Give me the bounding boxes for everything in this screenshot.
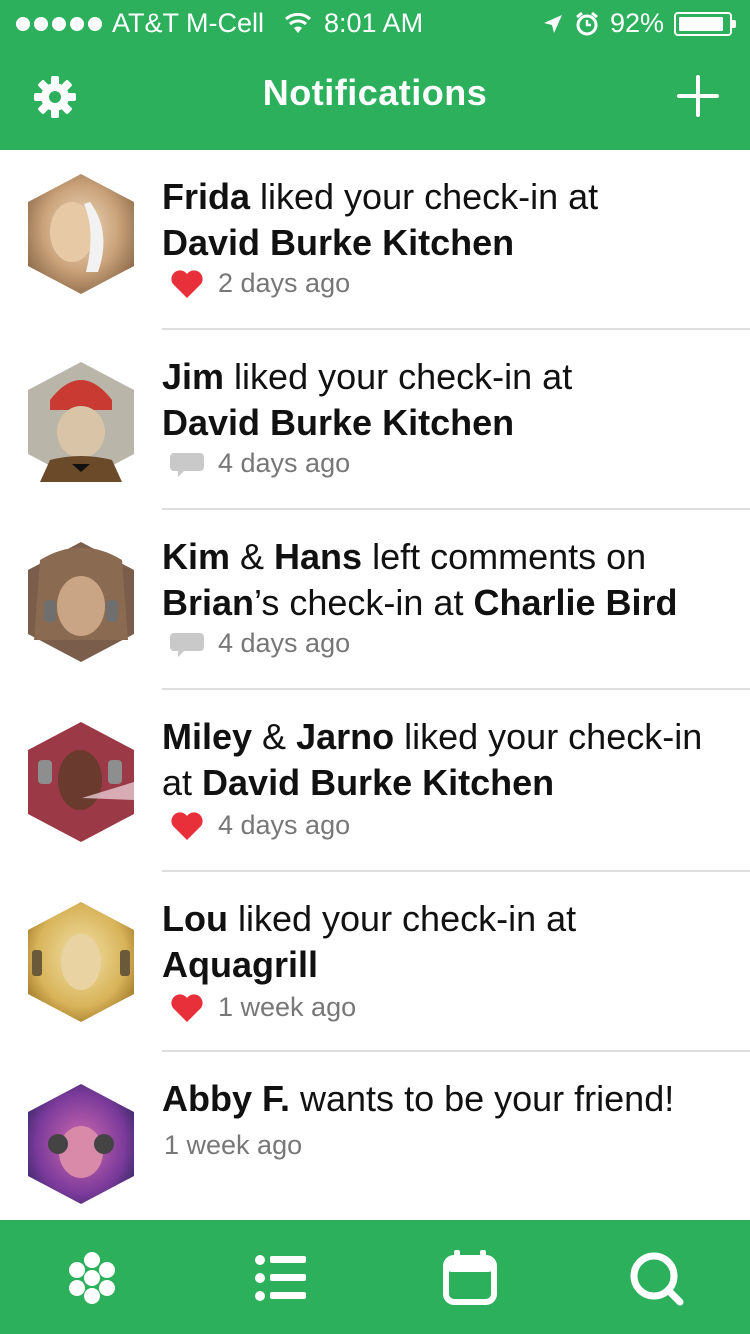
notification-meta: 1 week ago	[170, 992, 356, 1023]
heart-icon	[171, 811, 203, 840]
notification-row[interactable]: Frida liked your check-in at David Burke…	[0, 150, 750, 330]
notification-text: Abby F. wants to be your friend!	[162, 1078, 675, 1119]
avatar[interactable]	[20, 1082, 142, 1206]
honeycomb-icon[interactable]	[62, 1248, 122, 1308]
notification-row[interactable]: Miley & Jarno liked your check-in at Dav…	[0, 690, 750, 872]
top-bar: AT&T M-Cell 8:01 AM 92% Notifications	[0, 0, 750, 150]
notification-time: 1 week ago	[164, 1130, 303, 1160]
notification-text: Kim & Hans left comments on Brian’s chec…	[162, 536, 678, 623]
notification-meta: 2 days ago	[170, 268, 350, 299]
notification-time: 2 days ago	[218, 268, 351, 298]
notification-time: 4 days ago	[218, 448, 351, 478]
battery-percent: 92%	[609, 8, 664, 38]
notification-text: Lou liked your check-in at Aquagrill	[162, 898, 577, 985]
notification-row[interactable]: Lou liked your check-in at Aquagrill 1 w…	[0, 872, 750, 1052]
tab-bar	[0, 1220, 750, 1334]
carrier-name: AT&T M-Cell	[112, 8, 265, 38]
notification-meta: 1 week ago	[164, 1130, 302, 1161]
notification-time: 1 week ago	[218, 992, 357, 1022]
battery-icon	[674, 11, 736, 36]
avatar[interactable]	[20, 172, 142, 296]
calendar-icon[interactable]	[440, 1248, 500, 1308]
notification-time: 4 days ago	[218, 810, 351, 840]
avatar[interactable]	[20, 360, 142, 484]
list-icon[interactable]	[250, 1248, 310, 1308]
avatar[interactable]	[20, 720, 142, 844]
heart-icon	[171, 993, 203, 1022]
notification-meta: 4 days ago	[170, 448, 350, 479]
avatar[interactable]	[20, 540, 142, 664]
notification-meta: 4 days ago	[170, 810, 350, 841]
notification-row[interactable]: Kim & Hans left comments on Brian’s chec…	[0, 510, 750, 690]
notification-text: Miley & Jarno liked your check-in at Dav…	[162, 716, 703, 803]
location-arrow-icon	[543, 14, 562, 33]
wifi-icon	[285, 12, 312, 33]
status-time: 8:01 AM	[324, 8, 424, 38]
notification-text: Frida liked your check-in at David Burke…	[162, 176, 599, 263]
page-title: Notifications	[262, 72, 488, 113]
status-bar: AT&T M-Cell 8:01 AM 92%	[0, 0, 750, 46]
avatar[interactable]	[20, 900, 142, 1024]
heart-icon	[171, 269, 203, 298]
notification-row[interactable]: Abby F. wants to be your friend! 1 week …	[0, 1052, 750, 1220]
notification-time: 4 days ago	[218, 628, 351, 658]
status-right: 92%	[542, 8, 736, 39]
comment-icon	[170, 452, 204, 477]
notification-text: Jim liked your check-in at David Burke K…	[162, 356, 573, 443]
notifications-list: Frida liked your check-in at David Burke…	[0, 150, 750, 1220]
notification-meta: 4 days ago	[170, 628, 350, 659]
alarm-icon	[576, 11, 598, 35]
signal-strength-icon	[16, 16, 102, 31]
search-icon[interactable]	[626, 1248, 686, 1308]
comment-icon	[170, 632, 204, 657]
status-left: AT&T M-Cell	[16, 8, 330, 39]
add-plus-icon[interactable]	[676, 74, 720, 118]
notification-row[interactable]: Jim liked your check-in at David Burke K…	[0, 330, 750, 510]
